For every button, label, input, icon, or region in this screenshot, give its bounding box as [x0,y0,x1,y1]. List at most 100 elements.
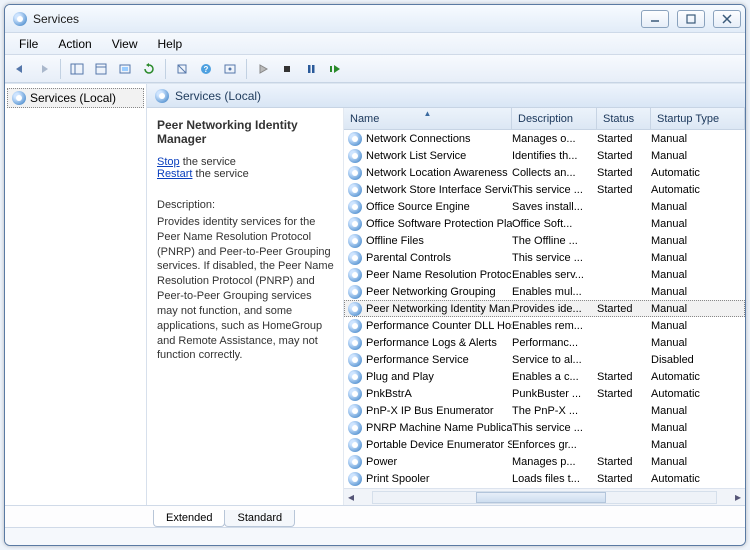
scroll-track[interactable] [372,491,717,504]
service-description: This service ... [512,184,597,196]
gear-icon [348,217,362,231]
service-rows[interactable]: Network ConnectionsManages o...StartedMa… [344,130,745,488]
col-description[interactable]: Description [512,108,597,129]
console-tree[interactable]: Services (Local) [5,84,147,505]
service-startup: Manual [651,269,745,281]
pane-header-label: Services (Local) [175,89,261,103]
service-description: This service ... [512,252,597,264]
window-title: Services [33,12,79,26]
pause-service-button[interactable] [300,58,322,80]
close-button[interactable] [713,10,741,28]
svg-text:?: ? [204,65,209,74]
col-startup-type[interactable]: Startup Type [651,108,745,129]
tab-extended[interactable]: Extended [153,510,225,527]
properties-button[interactable] [90,58,112,80]
scroll-left-icon[interactable]: ◂ [344,490,358,504]
service-startup: Manual [651,439,745,451]
service-row[interactable]: Offline FilesThe Offline ...Manual [344,232,745,249]
start-service-button[interactable] [252,58,274,80]
service-row[interactable]: Peer Networking Identity Man...Provides … [344,300,745,317]
scroll-right-icon[interactable]: ▸ [731,490,745,504]
detail-title: Peer Networking Identity Manager [157,118,335,146]
service-row[interactable]: PnP-X IP Bus EnumeratorThe PnP-X ...Manu… [344,402,745,419]
service-status: Started [597,456,651,468]
menu-file[interactable]: File [9,35,48,53]
tab-standard[interactable]: Standard [224,510,295,527]
col-name[interactable]: ▲ Name [344,108,512,129]
service-row[interactable]: Network Store Interface ServiceThis serv… [344,181,745,198]
service-startup: Manual [651,235,745,247]
restart-service-button[interactable] [324,58,346,80]
service-startup: Manual [651,218,745,230]
export-button[interactable] [114,58,136,80]
service-row[interactable]: Network Location AwarenessCollects an...… [344,164,745,181]
gear-icon [12,91,26,105]
content-area: Services (Local) Services (Local) Peer N… [5,83,745,505]
horizontal-scrollbar[interactable]: ◂ ▸ [344,488,745,505]
service-row[interactable]: Parental ControlsThis service ...Manual [344,249,745,266]
status-bar [5,527,745,545]
service-startup: Manual [651,405,745,417]
service-row[interactable]: Performance Logs & AlertsPerformanc...Ma… [344,334,745,351]
scroll-thumb[interactable] [476,492,606,503]
description-label: Description: [157,198,335,213]
service-name: Peer Networking Identity Man... [366,303,512,315]
service-startup: Automatic [651,371,745,383]
service-row[interactable]: Network List ServiceIdentifies th...Star… [344,147,745,164]
service-row[interactable]: Network ConnectionsManages o...StartedMa… [344,130,745,147]
service-row[interactable]: Peer Networking GroupingEnables mul...Ma… [344,283,745,300]
col-status[interactable]: Status [597,108,651,129]
service-row[interactable]: Office Source EngineSaves install...Manu… [344,198,745,215]
service-name: PNRP Machine Name Publicati... [366,422,512,434]
stop-service-link[interactable]: Stop [157,156,180,168]
service-name: Network Store Interface Service [366,184,512,196]
service-name: Peer Networking Grouping [366,286,496,298]
menubar: File Action View Help [5,33,745,55]
gear-icon [348,438,362,452]
service-row[interactable]: PNRP Machine Name Publicati...This servi… [344,419,745,436]
service-name: PnP-X IP Bus Enumerator [366,405,494,417]
service-startup: Manual [651,320,745,332]
service-description: Performanc... [512,337,597,349]
service-description: Enforces gr... [512,439,597,451]
gear-icon [348,268,362,282]
service-description: Office Soft... [512,218,597,230]
back-button[interactable] [9,58,31,80]
service-row[interactable]: PnkBstrAPunkBuster ...StartedAutomatic [344,385,745,402]
show-hide-tree-button[interactable] [66,58,88,80]
service-row[interactable]: Office Software Protection Platf...Offic… [344,215,745,232]
service-row[interactable]: PowerManages p...StartedManual [344,453,745,470]
service-name: Network List Service [366,150,466,162]
service-startup: Manual [651,150,745,162]
service-row[interactable]: Performance Counter DLL HostEnables rem.… [344,317,745,334]
service-startup: Manual [651,133,745,145]
tool-button[interactable] [219,58,241,80]
tree-root-label: Services (Local) [30,91,116,105]
service-row[interactable]: Portable Device Enumerator Ser...Enforce… [344,436,745,453]
service-name: Network Location Awareness [366,167,508,179]
menu-view[interactable]: View [102,35,148,53]
prop-sheet-button[interactable] [171,58,193,80]
maximize-button[interactable] [677,10,705,28]
help-button[interactable]: ? [195,58,217,80]
stop-service-button[interactable] [276,58,298,80]
detail-restart-line: Restart the service [157,168,335,180]
service-status: Started [597,371,651,383]
service-row[interactable]: Performance ServiceService to al...Disab… [344,351,745,368]
service-name: Print Spooler [366,473,430,485]
service-row[interactable]: Peer Name Resolution ProtocolEnables ser… [344,266,745,283]
restart-service-link[interactable]: Restart [157,168,192,180]
service-status: Started [597,150,651,162]
gear-icon [348,183,362,197]
tree-root-services-local[interactable]: Services (Local) [7,88,144,108]
service-row[interactable]: Print SpoolerLoads files t...StartedAuto… [344,470,745,487]
gear-icon [348,251,362,265]
menu-help[interactable]: Help [148,35,193,53]
refresh-button[interactable] [138,58,160,80]
service-row[interactable]: Plug and Play Enables a c...StartedAutoma… [344,368,745,385]
service-description: Enables a c... [512,371,597,383]
minimize-button[interactable] [641,10,669,28]
menu-action[interactable]: Action [48,35,101,53]
forward-button[interactable] [33,58,55,80]
service-name: Plug and Play [366,371,434,383]
